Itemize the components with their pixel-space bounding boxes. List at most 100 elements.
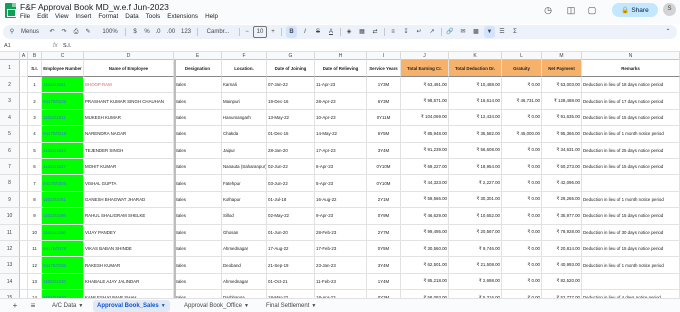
- row-header[interactable]: 3: [0, 93, 20, 110]
- table-cell-rem[interactable]: Deduction in lieu of 18 days notice peri…: [582, 77, 680, 94]
- table-cell-name[interactable]: RAKESH KUMAR: [84, 257, 174, 274]
- table-cell-sl[interactable]: 3: [28, 109, 42, 127]
- table-cell-rem[interactable]: Deduction in lieu of 1 month notice peri…: [582, 257, 680, 274]
- column-header-e[interactable]: E: [174, 52, 222, 60]
- menu-file[interactable]: File: [20, 13, 30, 22]
- table-cell-svc[interactable]: 0Y10M: [367, 175, 401, 192]
- cell-spacer[interactable]: [20, 109, 28, 127]
- table-cell-svc[interactable]: 0Y10M: [367, 159, 401, 176]
- table-cell-id[interactable]: 04170/0300: [42, 175, 84, 192]
- menu-tools[interactable]: Tools: [146, 13, 161, 22]
- menu-edit[interactable]: Edit: [37, 13, 48, 22]
- table-cell-name[interactable]: KHABALE AJAY JALINDAR: [84, 273, 174, 291]
- insert-link-icon[interactable]: 🔗: [445, 26, 455, 38]
- table-cell-desig[interactable]: Sales: [174, 175, 222, 192]
- table-cell-loc[interactable]: Kolhapur: [222, 191, 267, 209]
- header-cell-service[interactable]: Service Years: [367, 60, 401, 77]
- table-cell-desig[interactable]: Sales: [174, 159, 222, 176]
- cell-spacer[interactable]: [20, 159, 28, 176]
- table-cell-doj[interactable]: 19-Dec-16: [267, 93, 315, 110]
- table-cell-earn[interactable]: ₹ 99,495.00: [401, 224, 449, 241]
- column-header-a[interactable]: A: [20, 52, 28, 60]
- table-cell-rem[interactable]: Deduction in lieu of 1 month notice peri…: [582, 126, 680, 143]
- table-cell-svc[interactable]: 0Y11M: [367, 109, 401, 127]
- table-cell-desig[interactable]: Sales: [174, 93, 222, 110]
- table-cell-desig[interactable]: Sales: [174, 224, 222, 241]
- table-cell-name[interactable]: KAMLESH KUMAR SHAH: [84, 290, 174, 298]
- filter-views-icon[interactable]: ☰: [497, 26, 507, 38]
- table-cell-loc[interactable]: Karnali: [222, 77, 267, 94]
- column-header-b[interactable]: B: [28, 52, 42, 60]
- table-cell-ded[interactable]: ₹ 12,434.00: [449, 109, 502, 127]
- table-cell-dor[interactable]: 5-Apr-23: [315, 175, 367, 192]
- table-cell-ded[interactable]: ₹ 21,508.00: [449, 257, 502, 274]
- table-cell-sl[interactable]: 14: [28, 290, 42, 298]
- table-cell-earn[interactable]: ₹ 46,629.00: [401, 208, 449, 225]
- table-cell-id[interactable]: 11622/1081: [42, 191, 84, 209]
- table-cell-rem[interactable]: Deduction in lieu of 15 days notice peri…: [582, 241, 680, 258]
- header-cell-sl[interactable]: S.I.: [28, 60, 42, 77]
- avatar[interactable]: S: [663, 3, 676, 16]
- table-cell-ded[interactable]: ₹ 10,488.00: [449, 77, 502, 94]
- font-size-increase-icon[interactable]: +: [269, 26, 277, 38]
- cell-spacer[interactable]: [20, 273, 28, 291]
- table-cell-svc[interactable]: 2Y1M: [367, 191, 401, 209]
- tab-final-settlement[interactable]: Final Settlement ▼: [262, 300, 320, 312]
- table-cell-loc[interactable]: Sillod: [222, 208, 267, 225]
- paint-format-icon[interactable]: ✎: [83, 26, 93, 38]
- table-cell-ded[interactable]: ₹ 2,227.00: [449, 175, 502, 192]
- table-cell-svc[interactable]: 1Y4M: [367, 273, 401, 291]
- cell-spacer[interactable]: [20, 175, 28, 192]
- row-header[interactable]: 5: [0, 126, 20, 143]
- align-vertical-icon[interactable]: ↧: [401, 26, 411, 38]
- row-header[interactable]: 2: [0, 77, 20, 94]
- fill-color-icon[interactable]: ◈: [344, 26, 354, 38]
- table-cell-grat[interactable]: ₹ 0.00: [502, 241, 542, 258]
- table-cell-dor[interactable]: 11-Apr-23: [315, 77, 367, 94]
- header-cell-net[interactable]: Net Payment: [542, 60, 582, 77]
- header-cell-dor[interactable]: Date of Relieving: [315, 60, 367, 77]
- column-header-l[interactable]: L: [502, 52, 542, 60]
- table-cell-sl[interactable]: 5: [28, 142, 42, 159]
- functions-icon[interactable]: Σ: [510, 26, 520, 38]
- cell-spacer[interactable]: [20, 224, 28, 241]
- table-cell-net[interactable]: ₹ 82,520.00: [542, 273, 582, 291]
- table-cell-svc[interactable]: 0Y3M: [367, 290, 401, 298]
- header-cell-remarks[interactable]: Remarks: [582, 60, 680, 77]
- table-cell-desig[interactable]: Sales: [174, 126, 222, 143]
- table-cell-sl[interactable]: 1: [28, 77, 42, 94]
- table-cell-svc[interactable]: 3Y4M: [367, 257, 401, 274]
- table-cell-doj[interactable]: 01-Oct-21: [267, 273, 315, 291]
- table-cell-ded[interactable]: ₹ 35,582.00: [449, 126, 502, 143]
- cell-spacer[interactable]: [20, 93, 28, 110]
- insert-chart-icon[interactable]: ▩: [471, 26, 481, 38]
- table-cell-desig[interactable]: Sales: [174, 142, 222, 159]
- cell-spacer[interactable]: [20, 77, 28, 94]
- currency-icon[interactable]: $: [129, 26, 141, 38]
- menu-data[interactable]: Data: [125, 13, 138, 22]
- table-cell-svc[interactable]: 2Y7M: [367, 224, 401, 241]
- table-cell-earn[interactable]: ₹ 85,948.00: [401, 126, 449, 143]
- cell-spacer[interactable]: [20, 126, 28, 143]
- row-header[interactable]: 12: [0, 241, 20, 258]
- text-color-icon[interactable]: A: [326, 26, 336, 38]
- menu-view[interactable]: View: [55, 13, 69, 22]
- table-cell-loc[interactable]: Darbhanga: [222, 290, 267, 298]
- column-header-g[interactable]: G: [267, 52, 315, 60]
- table-cell-svc[interactable]: 6Y5M: [367, 126, 401, 143]
- table-cell-ded[interactable]: ₹ 10,652.00: [449, 208, 502, 225]
- header-cell-spacer[interactable]: [20, 60, 28, 77]
- table-cell-ded[interactable]: ₹ 2,698.00: [449, 273, 502, 291]
- table-cell-dor[interactable]: 11-Feb-23: [315, 273, 367, 291]
- table-cell-doj[interactable]: 01-Dec-15: [267, 126, 315, 143]
- table-cell-sl[interactable]: 4: [28, 126, 42, 143]
- all-sheets-icon[interactable]: ≡: [28, 301, 38, 311]
- table-cell-dor[interactable]: 28-Feb-23: [315, 224, 367, 241]
- table-cell-grat[interactable]: ₹ 46,731.00: [502, 93, 542, 110]
- table-cell-grat[interactable]: ₹ 0.00: [502, 159, 542, 176]
- table-cell-ded[interactable]: ₹ 9,746.00: [449, 241, 502, 258]
- table-cell-dor[interactable]: 16-Aug-22: [315, 191, 367, 209]
- table-cell-grat[interactable]: ₹ 0.00: [502, 257, 542, 274]
- menu-insert[interactable]: Insert: [76, 13, 92, 22]
- table-cell-net[interactable]: ₹ 29,265.00: [542, 191, 582, 209]
